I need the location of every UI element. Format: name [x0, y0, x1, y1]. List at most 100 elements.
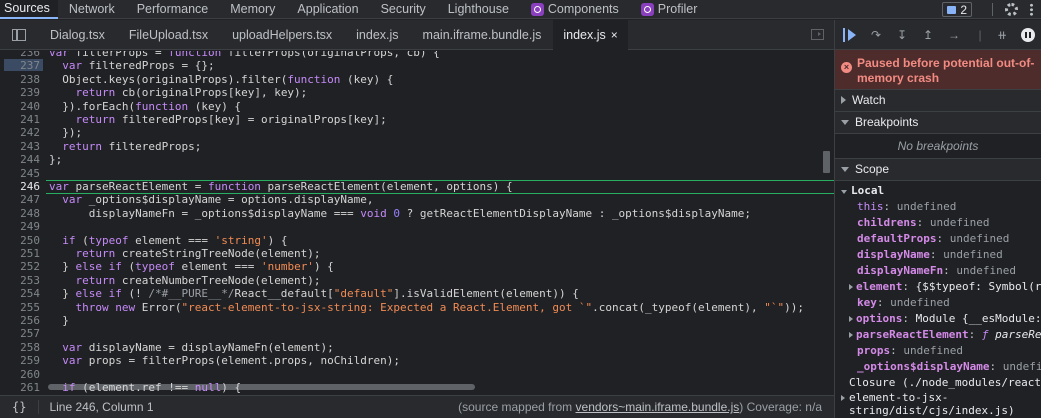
scope-variable[interactable]: key: undefined — [835, 295, 1041, 311]
line-number[interactable]: 245 — [0, 167, 40, 180]
scope-variable[interactable]: props: undefined — [835, 343, 1041, 359]
line-number[interactable]: 253 — [0, 274, 40, 287]
line-number[interactable]: 255 — [0, 301, 40, 314]
code-line[interactable]: 240 }).forEach(function (key) { — [0, 100, 834, 113]
code-line[interactable]: 253 return createNumberTreeNode(element)… — [0, 274, 834, 287]
code-line[interactable]: 237 var filteredProps = {}; — [0, 59, 834, 72]
scope-variable[interactable]: displayNameFn: undefined — [835, 263, 1041, 279]
tab-application[interactable]: Application — [286, 0, 369, 19]
code-line[interactable]: 248 displayNameFn = _options$displayName… — [0, 207, 834, 220]
pretty-print-button[interactable]: {} — [12, 400, 26, 414]
line-number[interactable]: 256 — [0, 314, 40, 327]
line-number[interactable]: 254 — [0, 287, 40, 300]
code-line[interactable]: 258 var displayName = displayNameFn(elem… — [0, 341, 834, 354]
scope-variable[interactable]: options: Module {__esModule: — [835, 311, 1041, 327]
file-tab[interactable]: Dialog.tsx — [38, 20, 117, 50]
code-line[interactable]: 241 return filteredProps[key] = original… — [0, 113, 834, 126]
code-line[interactable]: 251 return createStringTreeNode(element)… — [0, 247, 834, 260]
line-number[interactable]: 246 — [0, 180, 40, 193]
line-number[interactable]: 239 — [0, 86, 40, 99]
code-line[interactable]: 259 var props = filterProps(element.prop… — [0, 354, 834, 367]
line-number[interactable]: 237 — [0, 59, 40, 72]
scope-variable[interactable]: _options$displayName: undefi — [835, 359, 1041, 375]
toggle-debugger-sidebar-icon[interactable] — [811, 29, 824, 40]
scope-variable[interactable]: element: {$$typeof: Symbol(re — [835, 279, 1041, 295]
scope-closure2-header[interactable]: element-to-jsx- — [835, 391, 1041, 404]
file-tab[interactable]: main.iframe.bundle.js — [411, 20, 554, 50]
line-number[interactable]: 260 — [0, 368, 40, 381]
line-number[interactable]: 244 — [0, 153, 40, 166]
code-line[interactable]: 247 var _options$displayName = options.d… — [0, 193, 834, 206]
code-line[interactable]: 256 } — [0, 314, 834, 327]
tab-sources[interactable]: Sources — [0, 0, 58, 19]
close-icon[interactable]: × — [611, 28, 618, 42]
code-line[interactable]: 257 — [0, 327, 834, 340]
code-line[interactable]: 255 throw new Error("react-element-to-js… — [0, 301, 834, 314]
line-number[interactable]: 236 — [0, 51, 40, 59]
line-number[interactable]: 240 — [0, 100, 40, 113]
tab-lighthouse[interactable]: Lighthouse — [437, 0, 520, 19]
pause-on-exceptions-icon[interactable] — [1021, 27, 1035, 42]
step-into-icon[interactable]: ↧ — [895, 28, 909, 42]
scope-closure-header[interactable]: Closure (./node_modules/react — [835, 375, 1041, 391]
code-line[interactable]: 238 Object.keys(originalProps).filter(fu… — [0, 73, 834, 86]
code-line[interactable]: 246 var parseReactElement = function pars… — [0, 180, 834, 193]
line-number[interactable]: 241 — [0, 113, 40, 126]
step-over-icon[interactable]: ↷ — [869, 28, 883, 42]
line-number[interactable]: 249 — [0, 220, 40, 233]
code-line[interactable]: 243 return filteredProps; — [0, 140, 834, 153]
tab-network[interactable]: Network — [58, 0, 126, 19]
scope-section-header[interactable]: Scope — [835, 159, 1041, 181]
code-line[interactable]: 244}; — [0, 153, 834, 166]
line-number[interactable]: 250 — [0, 234, 40, 247]
code-line[interactable]: 254 } else if (! /*#__PURE__*/React__def… — [0, 287, 834, 300]
line-number[interactable]: 252 — [0, 260, 40, 273]
code-line[interactable]: 245 — [0, 167, 834, 180]
tab-components[interactable]: Components — [520, 0, 630, 19]
code-line[interactable]: 261 if (element.ref !== null) { — [0, 381, 834, 394]
line-number[interactable]: 259 — [0, 354, 40, 367]
deactivate-breakpoints-icon[interactable]: ⧺ — [995, 28, 1009, 42]
breakpoints-section-header[interactable]: Breakpoints — [835, 112, 1041, 134]
line-number[interactable]: 242 — [0, 126, 40, 139]
source-map-link[interactable]: vendors~main.iframe.bundle.js — [576, 400, 740, 414]
code-line[interactable]: 260 — [0, 368, 834, 381]
watch-section-header[interactable]: Watch — [835, 90, 1041, 112]
gear-icon[interactable] — [1005, 3, 1018, 16]
code-editor[interactable]: 236 var filterProps = function filterProp… — [0, 51, 834, 394]
tab-profiler[interactable]: Profiler — [630, 0, 709, 19]
toggle-navigator-icon[interactable] — [12, 28, 26, 41]
issues-badge[interactable]: 2 — [942, 2, 972, 17]
line-number[interactable]: 248 — [0, 207, 40, 220]
step-out-icon[interactable]: ↥ — [921, 28, 935, 42]
line-number[interactable]: 261 — [0, 381, 40, 394]
line-number[interactable]: 258 — [0, 341, 40, 354]
more-options-icon[interactable] — [1030, 3, 1033, 16]
tab-performance[interactable]: Performance — [126, 0, 220, 19]
tab-memory[interactable]: Memory — [219, 0, 286, 19]
scope-variable[interactable]: childrens: undefined — [835, 215, 1041, 231]
code-line[interactable]: 250 if (typeof element === 'string') { — [0, 234, 834, 247]
code-line[interactable]: 239 return cb(originalProps[key], key); — [0, 86, 834, 99]
scope-variable[interactable]: displayName: undefined — [835, 247, 1041, 263]
step-icon[interactable]: → — [947, 28, 961, 42]
line-number[interactable]: 251 — [0, 247, 40, 260]
code-line[interactable]: 249 — [0, 220, 834, 233]
code-line[interactable]: 242 }); — [0, 126, 834, 139]
file-tab[interactable]: uploadHelpers.tsx — [220, 20, 344, 50]
code-line[interactable]: 252 } else if (typeof element === 'numbe… — [0, 260, 834, 273]
tab-security[interactable]: Security — [370, 0, 437, 19]
file-tab[interactable]: index.js × — [553, 19, 628, 50]
code-line[interactable]: 236 var filterProps = function filterProp… — [0, 51, 834, 59]
file-tab[interactable]: FileUpload.tsx — [117, 20, 220, 50]
scope-local-header[interactable]: Local — [835, 183, 1041, 199]
line-number[interactable]: 238 — [0, 73, 40, 86]
line-number[interactable]: 243 — [0, 140, 40, 153]
file-tab[interactable]: index.js — [344, 20, 410, 50]
scope-variable[interactable]: parseReactElement: ƒ parseRe — [835, 327, 1041, 343]
scope-variable[interactable]: this: undefined — [835, 199, 1041, 215]
scope-variable[interactable]: defaultProps: undefined — [835, 231, 1041, 247]
line-number[interactable]: 247 — [0, 193, 40, 206]
resume-icon[interactable] — [843, 27, 857, 42]
line-number[interactable]: 257 — [0, 327, 40, 340]
